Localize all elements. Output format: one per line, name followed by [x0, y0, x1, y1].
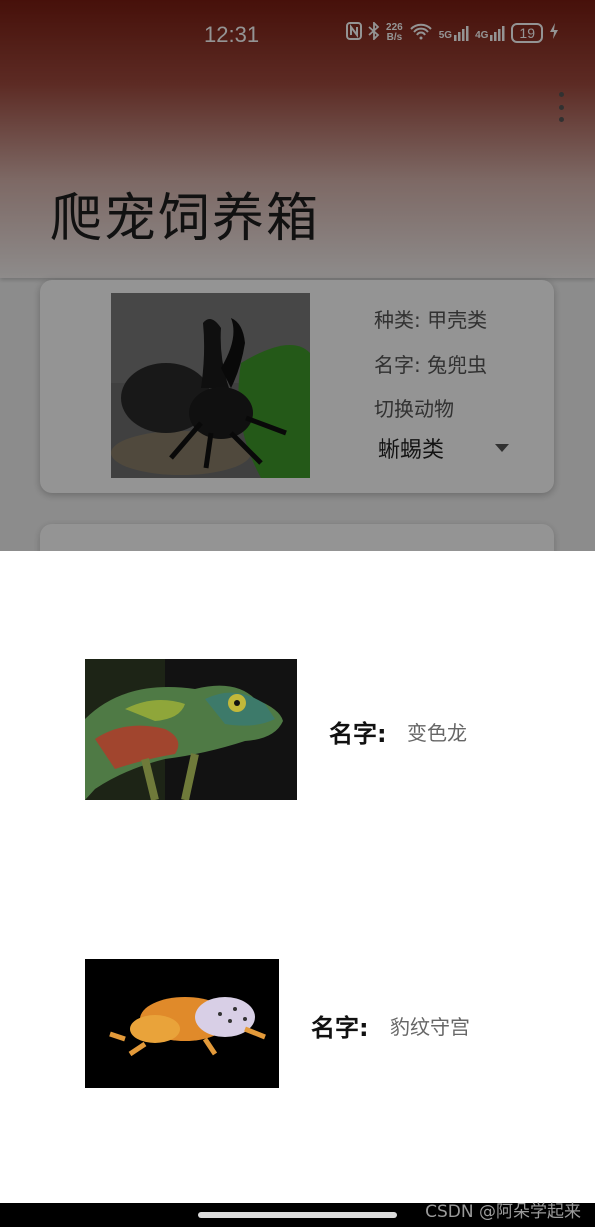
background-screen: 12:31 226 B/s 5G 4G 19 爬宠饲养箱 种类: 甲壳类 名字:…: [0, 0, 595, 552]
chameleon-photo: [85, 659, 297, 800]
list-item[interactable]: 名字: 豹纹守宫: [0, 959, 595, 1088]
list-item[interactable]: 名字: 变色龙: [0, 659, 595, 800]
item-name-value: 豹纹守宫: [390, 1015, 470, 1039]
leopard-gecko-photo: [85, 959, 279, 1088]
watermark: CSDN @阿朵学起来: [425, 1202, 581, 1222]
home-handle[interactable]: [198, 1212, 397, 1218]
modal-scrim[interactable]: [0, 0, 595, 552]
animal-picker-sheet: 名字: 变色龙 名字: 豹纹守宫: [0, 551, 595, 1203]
item-name-label: 名字:: [329, 720, 387, 748]
item-name-label: 名字:: [311, 1014, 369, 1042]
item-name-value: 变色龙: [407, 721, 467, 745]
